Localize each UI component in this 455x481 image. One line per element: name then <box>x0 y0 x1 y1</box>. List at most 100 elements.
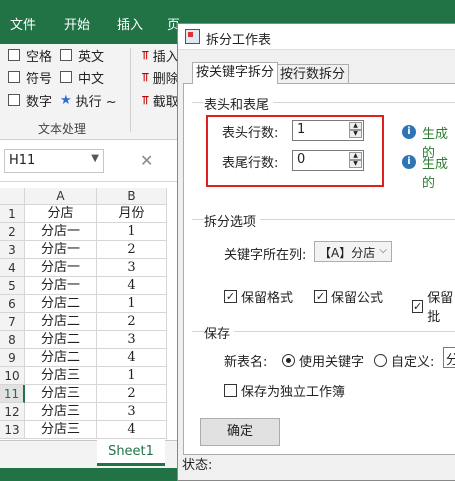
cell[interactable]: 分店三 <box>25 403 97 421</box>
cell[interactable]: 分店二 <box>25 331 97 349</box>
row-header[interactable]: 6 <box>0 295 25 313</box>
cell[interactable]: 分店二 <box>25 295 97 313</box>
ribbon-separator <box>130 48 131 132</box>
section-title-header-footer: 表头和表尾 <box>204 94 274 113</box>
separate-workbook-checkbox[interactable]: 保存为独立工作簿 <box>224 381 345 400</box>
cell[interactable]: 分店二 <box>25 313 97 331</box>
keep-format-checkbox[interactable]: ✓ 保留格式 <box>224 287 293 306</box>
checkmark-icon: ✓ <box>224 290 237 303</box>
keep-formula-checkbox[interactable]: ✓ 保留公式 <box>314 287 383 306</box>
cell[interactable]: 1 <box>97 295 167 313</box>
info-icon: i <box>402 155 416 169</box>
cell[interactable]: 3 <box>97 403 167 421</box>
use-keyword-radio[interactable]: 使用关键字 <box>282 351 364 370</box>
header-rows-spinner[interactable]: 1 ▲ ▼ <box>292 120 364 141</box>
row-header[interactable]: 4 <box>0 259 25 277</box>
tab-insert[interactable]: 插入 <box>117 14 143 33</box>
spin-up-icon[interactable]: ▲ <box>349 122 362 130</box>
row-header[interactable]: 9 <box>0 349 25 367</box>
name-box[interactable]: H11 ▼ <box>4 149 104 173</box>
symbol-checkbox[interactable]: 符号 <box>8 67 52 87</box>
cell[interactable]: 4 <box>97 349 167 367</box>
tab-home[interactable]: 开始 <box>64 14 90 33</box>
cell[interactable]: 分店三 <box>25 385 97 403</box>
key-column-dropdown[interactable]: 【A】分店 ⌵ <box>314 241 392 262</box>
custom-name-radio[interactable]: 自定义: <box>374 351 434 370</box>
insert-button[interactable]: ⫪ 插入 <box>142 45 179 65</box>
select-all-corner[interactable] <box>0 188 25 205</box>
checkbox-icon <box>60 71 72 83</box>
cell[interactable]: 4 <box>97 421 167 439</box>
ok-button[interactable]: 确定 <box>200 418 280 446</box>
cell[interactable]: 2 <box>97 241 167 259</box>
english-checkbox[interactable]: 英文 <box>60 45 104 65</box>
cell[interactable]: 2 <box>97 385 167 403</box>
dialog-title-bar[interactable]: 拆分工作表 <box>178 24 455 50</box>
split-worksheet-dialog: 拆分工作表 按关键字拆分 按行数拆分 表头和表尾 表头行数: 1 ▲ ▼ 表尾行… <box>177 23 455 481</box>
header-rows-label: 表头行数: <box>222 126 279 141</box>
cell[interactable]: 1 <box>97 223 167 241</box>
checkbox-icon <box>224 384 237 397</box>
cell[interactable]: 分店一 <box>25 277 97 295</box>
column-header-a[interactable]: A <box>25 188 97 205</box>
row-header[interactable]: 12 <box>0 403 25 421</box>
spinner-buttons[interactable]: ▲ ▼ <box>349 122 362 139</box>
tab-file[interactable]: 文件 <box>10 14 36 33</box>
checkmark-icon: ✓ <box>412 299 424 313</box>
section-title-split-options: 拆分选项 <box>204 211 261 230</box>
tab-panel: 表头和表尾 表头行数: 1 ▲ ▼ 表尾行数: 0 ▲ ▼ i 生成的 i 生成… <box>183 83 455 455</box>
dialog-status-label: 状态: <box>182 458 213 473</box>
cancel-icon[interactable]: ✕ <box>140 151 153 170</box>
space-checkbox[interactable]: 空格 <box>8 45 52 65</box>
cell[interactable]: 3 <box>97 259 167 277</box>
keep-other-checkbox[interactable]: ✓ 保留批 <box>412 287 455 325</box>
spinner-buttons[interactable]: ▲ ▼ <box>349 152 362 169</box>
checkbox-icon <box>8 49 20 61</box>
delete-icon: ⫪ <box>142 69 149 84</box>
radio-icon <box>374 354 387 367</box>
cell[interactable]: 3 <box>97 331 167 349</box>
tab-split-by-keyword[interactable]: 按关键字拆分 <box>192 62 279 84</box>
footer-rows-spinner[interactable]: 0 ▲ ▼ <box>292 150 364 171</box>
row-header[interactable]: 3 <box>0 241 25 259</box>
chinese-checkbox[interactable]: 中文 <box>60 67 104 87</box>
cell[interactable]: 4 <box>97 277 167 295</box>
cell[interactable]: 月份 <box>97 205 167 223</box>
header-rows-value[interactable]: 1 <box>297 122 305 137</box>
row-header[interactable]: 5 <box>0 277 25 295</box>
cell[interactable]: 分店二 <box>25 349 97 367</box>
row-header[interactable]: 7 <box>0 313 25 331</box>
info-icon: i <box>402 125 416 139</box>
chevron-down-icon: ⌵ <box>379 245 387 256</box>
cell[interactable]: 2 <box>97 313 167 331</box>
spin-down-icon[interactable]: ▼ <box>349 130 362 138</box>
cell[interactable]: 分店三 <box>25 421 97 439</box>
cell[interactable]: 分店三 <box>25 367 97 385</box>
footer-rows-value[interactable]: 0 <box>297 152 305 167</box>
custom-name-input[interactable]: 分 <box>443 347 455 368</box>
sheet-tab-sheet1[interactable]: Sheet1 <box>97 440 165 466</box>
number-checkbox[interactable]: 数字 <box>8 90 52 110</box>
footer-rows-label: 表尾行数: <box>222 156 279 171</box>
cell[interactable]: 分店 <box>25 205 97 223</box>
row-header[interactable]: 13 <box>0 421 25 439</box>
tab-split-by-rows[interactable]: 按行数拆分 <box>276 64 350 84</box>
extract-button[interactable]: ⫪ 截取 <box>142 90 179 110</box>
row-header[interactable]: 10 <box>0 367 25 385</box>
row-header[interactable]: 8 <box>0 331 25 349</box>
column-header-b[interactable]: B <box>97 188 167 205</box>
cell[interactable]: 分店一 <box>25 241 97 259</box>
dialog-title: 拆分工作表 <box>206 33 272 48</box>
cell[interactable]: 分店一 <box>25 259 97 277</box>
cell[interactable]: 1 <box>97 367 167 385</box>
key-column-label: 关键字所在列: <box>224 248 307 263</box>
row-header[interactable]: 1 <box>0 205 25 223</box>
execute-button[interactable]: ★ 执行 ~ <box>60 90 117 110</box>
cell[interactable]: 分店一 <box>25 223 97 241</box>
spin-up-icon[interactable]: ▲ <box>349 152 362 160</box>
row-header[interactable]: 2 <box>0 223 25 241</box>
group-label-text-processing: 文本处理 <box>38 122 87 136</box>
delete-button[interactable]: ⫪ 删除 <box>142 67 179 87</box>
row-header-selected[interactable]: 11 <box>0 385 25 403</box>
spin-down-icon[interactable]: ▼ <box>349 160 362 168</box>
